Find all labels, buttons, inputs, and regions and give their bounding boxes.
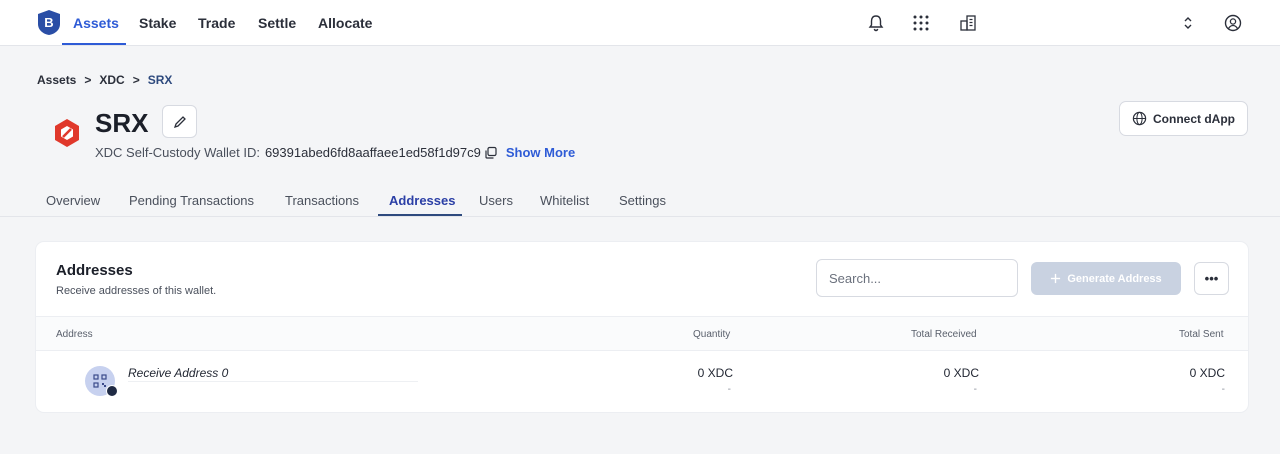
column-quantity: Quantity xyxy=(693,329,731,340)
generate-address-label: Generate Address xyxy=(1067,272,1162,285)
edit-name-button[interactable] xyxy=(162,105,197,138)
table-row[interactable]: Receive Address 0 0 XDC - 0 XDC - 0 XDC … xyxy=(36,351,1248,412)
building-icon[interactable] xyxy=(958,13,978,33)
connect-dapp-label: Connect dApp xyxy=(1153,111,1235,126)
addresses-subtitle: Receive addresses of this wallet. xyxy=(56,285,217,297)
generate-address-button[interactable]: Generate Address xyxy=(1031,262,1181,295)
chevron-updown-icon[interactable] xyxy=(1178,13,1198,33)
nav-active-indicator xyxy=(62,43,126,45)
tab-whitelist[interactable]: Whitelist xyxy=(540,193,589,208)
apps-grid-icon[interactable] xyxy=(911,13,931,33)
breadcrumb-separator: > xyxy=(84,73,92,87)
wallet-id-label: XDC Self-Custody Wallet ID: xyxy=(95,145,260,160)
connect-dapp-button[interactable]: Connect dApp xyxy=(1119,101,1248,136)
total-sent-sub: - xyxy=(1221,384,1225,395)
breadcrumb: Assets > XDC > SRX xyxy=(37,73,172,87)
wallet-tabs: Overview Pending Transactions Transactio… xyxy=(0,188,1280,217)
tab-pending-transactions[interactable]: Pending Transactions xyxy=(129,193,254,208)
column-total-sent: Total Sent xyxy=(1179,329,1224,340)
nav-assets[interactable]: Assets xyxy=(73,15,119,31)
tab-addresses[interactable]: Addresses xyxy=(389,193,455,208)
nav-trade[interactable]: Trade xyxy=(198,15,235,31)
copy-icon[interactable] xyxy=(484,146,498,160)
total-received-value: 0 XDC xyxy=(943,366,979,380)
ellipsis-icon: ••• xyxy=(1204,271,1219,286)
more-options-button[interactable]: ••• xyxy=(1194,262,1229,295)
qr-code-icon xyxy=(93,374,107,388)
nav-allocate[interactable]: Allocate xyxy=(318,15,372,31)
column-address: Address xyxy=(56,329,93,340)
quantity-sub: - xyxy=(727,384,731,395)
nav-settle[interactable]: Settle xyxy=(258,15,296,31)
page-title: SRX xyxy=(95,108,149,138)
addresses-card: Addresses Receive addresses of this wall… xyxy=(36,242,1248,412)
breadcrumb-assets[interactable]: Assets xyxy=(37,73,76,87)
total-received-sub: - xyxy=(973,384,977,395)
quantity-value: 0 XDC xyxy=(697,366,733,380)
xdc-network-badge xyxy=(106,385,118,397)
nav-stake[interactable]: Stake xyxy=(139,15,176,31)
brand-logo-letter: B xyxy=(44,15,53,30)
wallet-id-line: XDC Self-Custody Wallet ID: 69391abed6fd… xyxy=(95,145,575,160)
address-label[interactable]: Receive Address 0 xyxy=(128,366,228,380)
addresses-title: Addresses xyxy=(56,262,133,279)
address-placeholder-line xyxy=(128,381,418,382)
bell-icon[interactable] xyxy=(866,13,886,33)
total-sent-value: 0 XDC xyxy=(1189,366,1225,380)
show-more-link[interactable]: Show More xyxy=(506,145,575,160)
globe-icon xyxy=(1132,111,1147,126)
plus-icon xyxy=(1051,273,1061,284)
tab-overview[interactable]: Overview xyxy=(46,193,100,208)
tab-active-indicator xyxy=(378,214,462,216)
wallet-id-value: 69391abed6fd8aaffaee1ed58f1d97c9 xyxy=(264,145,481,160)
column-total-received: Total Received xyxy=(911,329,977,340)
breadcrumb-separator: > xyxy=(132,73,140,87)
user-circle-icon[interactable] xyxy=(1223,13,1243,33)
search-input[interactable] xyxy=(816,259,1018,297)
pencil-icon xyxy=(173,115,186,128)
tab-settings[interactable]: Settings xyxy=(619,193,666,208)
tab-users[interactable]: Users xyxy=(479,193,513,208)
brand-logo[interactable]: B xyxy=(37,9,61,36)
breadcrumb-srx: SRX xyxy=(147,73,173,87)
breadcrumb-xdc[interactable]: XDC xyxy=(99,73,124,87)
top-navbar: B Assets Stake Trade Settle Allocate xyxy=(0,0,1280,46)
table-header: Address Quantity Total Received Total Se… xyxy=(36,316,1248,351)
srx-token-icon xyxy=(55,119,79,147)
tab-transactions[interactable]: Transactions xyxy=(285,193,359,208)
